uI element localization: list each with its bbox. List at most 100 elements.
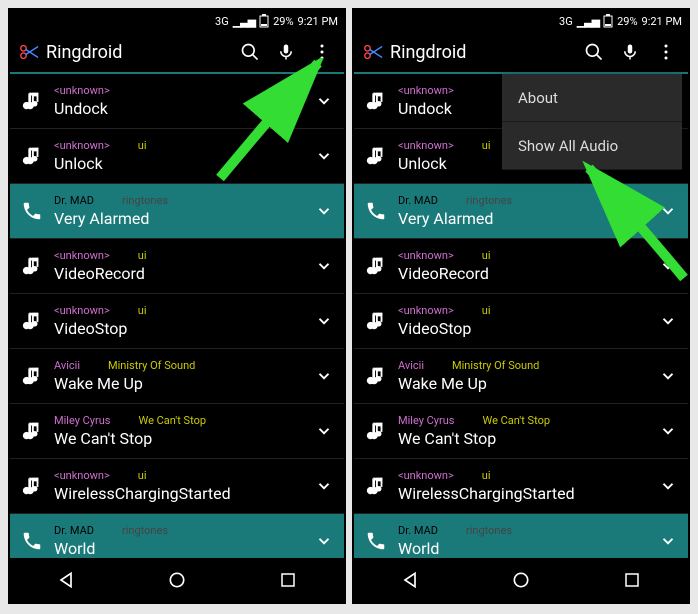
track-artist: <unknown> xyxy=(398,139,454,152)
track-artist: <unknown> xyxy=(54,84,110,97)
overflow-button[interactable] xyxy=(308,38,336,66)
music-note-icon xyxy=(362,252,390,280)
list-item[interactable]: Miley CyrusWe Can't StopWe Can't Stop xyxy=(10,404,344,459)
expand-button[interactable] xyxy=(312,254,336,278)
track-content: <unknown>uiVideoRecord xyxy=(398,249,656,283)
expand-button[interactable] xyxy=(312,529,336,553)
nav-bar xyxy=(354,558,688,602)
music-note-icon xyxy=(18,252,46,280)
list-item[interactable]: <unknown>Undock xyxy=(10,74,344,129)
expand-button[interactable] xyxy=(656,309,680,333)
list-item[interactable]: Dr. MADringtonesVery Alarmed xyxy=(10,184,344,239)
expand-button[interactable] xyxy=(656,199,680,223)
battery-label: 29% xyxy=(273,15,293,28)
track-name: VideoStop xyxy=(398,319,656,338)
track-content: Dr. MADringtonesVery Alarmed xyxy=(54,194,312,228)
recent-icon xyxy=(279,571,297,589)
battery-icon xyxy=(259,14,269,28)
list-item[interactable]: <unknown>uiVideoStop xyxy=(354,294,688,349)
track-name: We Can't Stop xyxy=(54,429,312,448)
music-note-icon xyxy=(18,87,46,115)
list-item[interactable]: <unknown>uiVideoRecord xyxy=(10,239,344,294)
track-artist: <unknown> xyxy=(54,469,110,482)
track-name: World xyxy=(398,539,656,558)
expand-button[interactable] xyxy=(656,529,680,553)
app-bar: Ringdroid xyxy=(10,32,344,74)
track-content: AviciiMinistry Of SoundWake Me Up xyxy=(54,359,312,393)
app-title: Ringdroid xyxy=(46,42,228,63)
app-title: Ringdroid xyxy=(390,42,572,63)
app-logo-icon xyxy=(18,41,40,63)
expand-button[interactable] xyxy=(312,474,336,498)
expand-button[interactable] xyxy=(656,474,680,498)
track-artist: <unknown> xyxy=(54,304,110,317)
track-artist: <unknown> xyxy=(54,249,110,262)
recent-button[interactable] xyxy=(612,560,652,600)
search-icon xyxy=(240,42,260,62)
list-item[interactable]: Dr. MADringtonesVery Alarmed xyxy=(354,184,688,239)
mic-icon xyxy=(621,42,639,62)
list-item[interactable]: <unknown>uiVideoRecord xyxy=(354,239,688,294)
list-item[interactable]: AviciiMinistry Of SoundWake Me Up xyxy=(354,349,688,404)
list-item[interactable]: <unknown>uiWirelessChargingStarted xyxy=(354,459,688,514)
track-album: ui xyxy=(138,469,147,482)
track-content: <unknown>uiWirelessChargingStarted xyxy=(398,469,656,503)
signal-icon: ▁▃▅ xyxy=(577,15,599,28)
list-item[interactable]: Miley CyrusWe Can't StopWe Can't Stop xyxy=(354,404,688,459)
phone-screen-left: 3G ▁▃▅ 29% 9:21 PM Ringdroid <unknown>Un… xyxy=(8,8,346,604)
phone-icon xyxy=(362,527,390,555)
mic-button[interactable] xyxy=(616,38,644,66)
home-icon xyxy=(511,570,531,590)
overflow-icon xyxy=(658,42,674,62)
track-album: ui xyxy=(482,469,491,482)
mic-icon xyxy=(277,42,295,62)
recent-button[interactable] xyxy=(268,560,308,600)
track-name: VideoRecord xyxy=(54,264,312,283)
home-button[interactable] xyxy=(157,560,197,600)
music-note-icon xyxy=(362,362,390,390)
expand-button[interactable] xyxy=(656,254,680,278)
track-content: <unknown>uiUnlock xyxy=(54,139,312,173)
back-button[interactable] xyxy=(46,560,86,600)
track-content: <unknown>uiVideoStop xyxy=(54,304,312,338)
list-item[interactable]: Dr. MADringtonesWorld xyxy=(354,514,688,558)
expand-button[interactable] xyxy=(312,144,336,168)
list-item[interactable]: AviciiMinistry Of SoundWake Me Up xyxy=(10,349,344,404)
home-button[interactable] xyxy=(501,560,541,600)
back-button[interactable] xyxy=(390,560,430,600)
track-album: ui xyxy=(482,139,491,152)
expand-button[interactable] xyxy=(312,419,336,443)
list-item[interactable]: <unknown> ui WirelessChargingStarted xyxy=(10,459,344,514)
track-name: WirelessChargingStarted xyxy=(54,484,312,503)
menu-item-about[interactable]: About xyxy=(502,74,682,122)
track-content: <unknown>uiVideoStop xyxy=(398,304,656,338)
track-album: We Can't Stop xyxy=(138,414,206,427)
track-artist: <unknown> xyxy=(398,469,454,482)
expand-button[interactable] xyxy=(312,89,336,113)
music-note-icon xyxy=(18,307,46,335)
expand-button[interactable] xyxy=(312,364,336,388)
track-content: <unknown>Undock xyxy=(54,84,312,118)
music-note-icon xyxy=(18,472,46,500)
mic-button[interactable] xyxy=(272,38,300,66)
list-item[interactable]: <unknown>uiUnlock xyxy=(10,129,344,184)
back-icon xyxy=(56,570,76,590)
status-bar: 3G ▁▃▅ 29% 9:21 PM xyxy=(354,10,688,32)
expand-button[interactable] xyxy=(312,309,336,333)
search-button[interactable] xyxy=(236,38,264,66)
network-label: 3G xyxy=(559,15,573,28)
expand-button[interactable] xyxy=(656,364,680,388)
list-item[interactable]: Dr. MADringtonesWorld xyxy=(10,514,344,558)
track-list[interactable]: <unknown>Undock <unknown>uiUnlock Dr. MADr… xyxy=(10,74,344,558)
track-name: Very Alarmed xyxy=(54,209,312,228)
phone-icon xyxy=(18,527,46,555)
battery-icon xyxy=(603,14,613,28)
overflow-button[interactable] xyxy=(652,38,680,66)
list-item[interactable]: <unknown>uiVideoStop xyxy=(10,294,344,349)
track-name: World xyxy=(54,539,312,558)
expand-button[interactable] xyxy=(312,199,336,223)
search-button[interactable] xyxy=(580,38,608,66)
expand-button[interactable] xyxy=(656,419,680,443)
menu-item-show-all-audio[interactable]: Show All Audio xyxy=(502,122,682,170)
search-icon xyxy=(584,42,604,62)
